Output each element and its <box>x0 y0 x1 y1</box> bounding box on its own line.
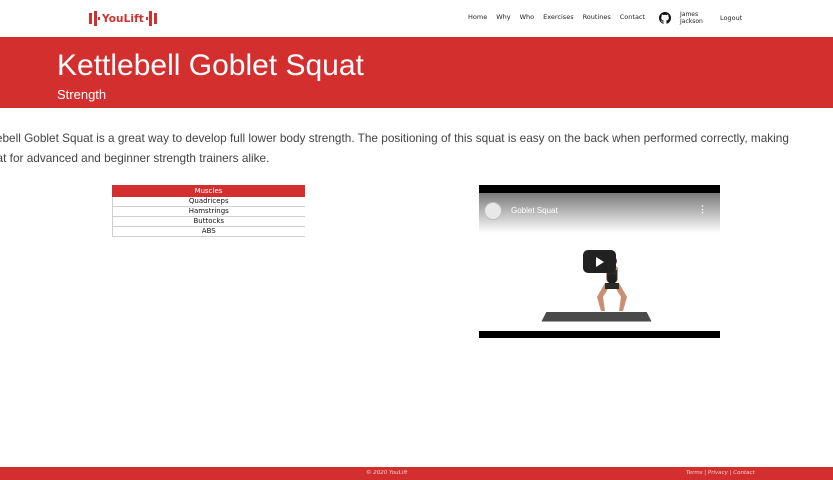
user-name: James Jackson <box>680 11 703 25</box>
logo-text: YouLift <box>102 12 144 25</box>
exercise-header: Kettlebell Goblet Squat Strength <box>0 37 833 108</box>
muscle-cell: Hamstrings <box>112 206 305 217</box>
table-row: Buttocks <box>112 216 305 227</box>
nav-home-link[interactable]: Home <box>468 13 487 21</box>
youlift-logo[interactable]: YouLift <box>88 10 158 27</box>
muscle-cell: Quadriceps <box>112 196 305 207</box>
user-last-name: Jackson <box>680 18 703 25</box>
muscles-table: Muscles Quadriceps Hamstrings Buttocks A… <box>112 185 305 237</box>
nav-contact-link[interactable]: Contact <box>620 13 645 21</box>
table-row: Quadriceps <box>112 196 305 207</box>
footer-copyright: © 2020 YouLift <box>366 470 408 476</box>
nav-who-link[interactable]: Who <box>520 13 535 21</box>
muscle-cell: ABS <box>112 226 305 237</box>
nav-routines-link[interactable]: Routines <box>583 13 611 21</box>
table-row: Hamstrings <box>112 206 305 217</box>
exercise-mat <box>541 311 652 322</box>
channel-avatar-icon[interactable] <box>484 202 502 220</box>
nav-exercises-link[interactable]: Exercises <box>543 13 573 21</box>
video-title[interactable]: Goblet Squat <box>511 206 558 215</box>
user-first-name: James <box>680 11 699 18</box>
dumbbell-right-icon <box>145 11 158 26</box>
video-player[interactable]: Goblet Squat ⋮ <box>479 185 720 338</box>
more-vertical-icon[interactable]: ⋮ <box>698 204 707 215</box>
table-row: ABS <box>112 226 305 237</box>
logout-link[interactable]: Logout <box>720 14 742 22</box>
nav-links: Home Why Who Exercises Routines Contact <box>468 13 654 21</box>
muscle-cell: Buttocks <box>112 216 305 227</box>
dumbbell-left-icon <box>88 11 100 26</box>
exercise-title: Kettlebell Goblet Squat <box>57 49 364 82</box>
play-icon[interactable] <box>583 250 616 273</box>
footer: © 2020 YouLift Terms | Privacy | Contact <box>0 467 833 480</box>
muscles-header: Muscles <box>112 185 305 197</box>
exercise-category: Strength <box>57 87 107 102</box>
nav-why-link[interactable]: Why <box>496 13 510 21</box>
description-line-1: tlebell Goblet Squat is a great way to d… <box>0 131 789 145</box>
footer-links[interactable]: Terms | Privacy | Contact <box>686 470 755 476</box>
top-navbar: YouLift Home Why Who Exercises Routines … <box>0 0 833 37</box>
video-frame[interactable]: Goblet Squat ⋮ <box>479 193 720 331</box>
description-line-2: uat for advanced and beginner strength t… <box>0 151 270 165</box>
github-icon[interactable] <box>659 12 671 24</box>
exercise-description: tlebell Goblet Squat is a great way to d… <box>0 128 833 168</box>
